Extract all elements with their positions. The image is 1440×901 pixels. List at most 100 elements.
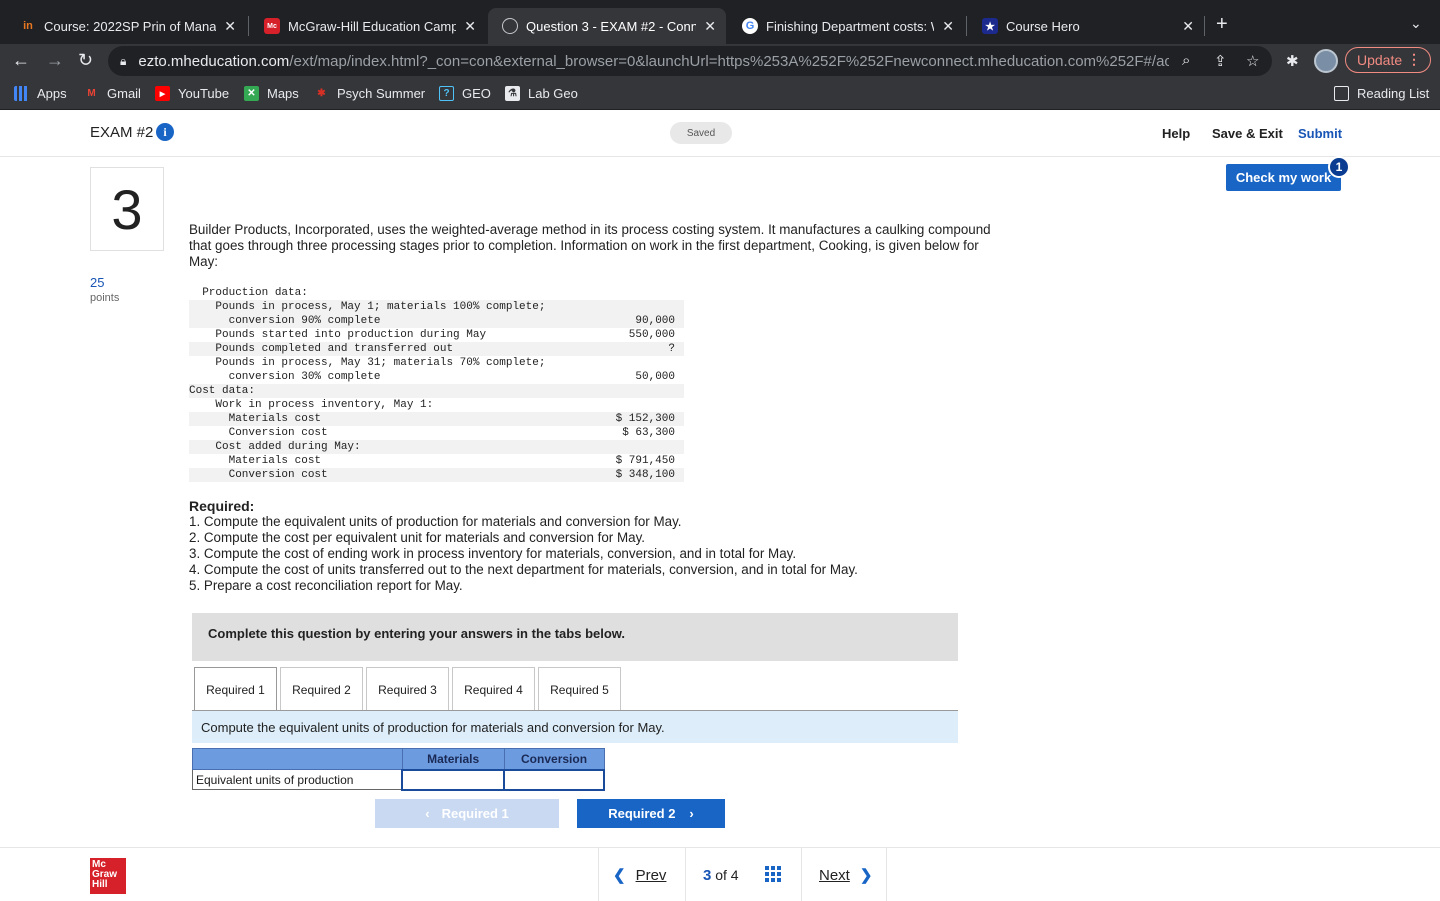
table-header-materials: Materials bbox=[401, 748, 505, 770]
data-row: conversion 90% complete 90,000 bbox=[189, 314, 684, 328]
bookmark-apps[interactable]: Apps bbox=[14, 86, 67, 101]
tab-required-4[interactable]: Required 4 bbox=[452, 667, 535, 711]
bookmark-lab-geo[interactable]: ⚗ Lab Geo bbox=[505, 86, 578, 101]
conversion-input[interactable] bbox=[503, 768, 605, 791]
close-icon[interactable]: ✕ bbox=[224, 18, 236, 35]
data-row-label: Materials cost bbox=[189, 455, 322, 467]
more-menu-icon[interactable]: ⋮ bbox=[1407, 51, 1421, 68]
data-row-label: Pounds in process, May 1; materials 100%… bbox=[189, 301, 546, 313]
tab-required-1[interactable]: Required 1 bbox=[194, 667, 277, 712]
tab-required-3[interactable]: Required 3 bbox=[366, 667, 449, 711]
data-row-label: Pounds started into production during Ma… bbox=[189, 329, 487, 341]
question-pager: ❮ Prev 3 of 4 Next ❯ bbox=[598, 848, 887, 901]
zoom-icon[interactable]: ⌕ bbox=[1182, 52, 1190, 69]
submit-link[interactable]: Submit bbox=[1298, 126, 1342, 141]
new-tab-icon[interactable]: + bbox=[1216, 14, 1228, 34]
address-bar[interactable]: 🔒︎ ezto.mheducation.com/ext/map/index.ht… bbox=[108, 46, 1272, 76]
tab-favicon-icon: in bbox=[23, 20, 33, 32]
check-my-work-button[interactable]: Check my work bbox=[1226, 164, 1341, 191]
bookmark-psych-summer[interactable]: ✱ Psych Summer bbox=[314, 86, 425, 101]
share-icon[interactable]: ⇪ bbox=[1214, 52, 1227, 70]
maps-icon: ✕ bbox=[244, 86, 259, 101]
prev-required-label: Required 1 bbox=[441, 806, 509, 821]
back-icon[interactable]: ← bbox=[12, 50, 30, 70]
gmail-icon: M bbox=[87, 88, 96, 99]
data-row-label: conversion 90% complete bbox=[189, 315, 381, 327]
required-item: 5. Prepare a cost reconciliation report … bbox=[189, 578, 463, 593]
profile-avatar[interactable] bbox=[1314, 49, 1338, 73]
data-row: Conversion cost $ 63,300 bbox=[189, 426, 684, 440]
close-icon[interactable]: ✕ bbox=[704, 18, 716, 35]
bookmark-label: YouTube bbox=[178, 86, 230, 101]
bookmark-youtube[interactable]: ▶ YouTube bbox=[155, 86, 229, 101]
required-item: 1. Compute the equivalent units of produ… bbox=[189, 514, 682, 529]
required-heading: Required: bbox=[189, 498, 255, 514]
prev-required-button[interactable]: ‹ Required 1 bbox=[375, 799, 559, 828]
browser-tab-bar: in Course: 2022SP Prin of Manag ✕ Mc McG… bbox=[0, 0, 1440, 44]
bookmark-label: Psych Summer bbox=[337, 86, 426, 101]
chevron-left-icon: ❮ bbox=[613, 867, 626, 884]
tab-required-2[interactable]: Required 2 bbox=[280, 667, 363, 711]
update-button[interactable]: Update ⋮ bbox=[1345, 47, 1431, 73]
geo-icon: ? bbox=[439, 86, 454, 101]
next-label: Next bbox=[819, 867, 850, 884]
tab-title: McGraw-Hill Education Campu bbox=[288, 18, 457, 34]
reading-list[interactable]: Reading List bbox=[1334, 86, 1429, 101]
star-icon: ★ bbox=[982, 18, 998, 34]
extensions-icon[interactable]: ✱ bbox=[1286, 52, 1299, 70]
lock-icon: 🔒︎ bbox=[120, 53, 127, 68]
browser-tab[interactable]: Mc McGraw-Hill Education Campu ✕ bbox=[250, 8, 486, 44]
data-row-label: Pounds completed and transferred out bbox=[189, 343, 454, 355]
bookmark-label: GEO bbox=[462, 86, 491, 101]
required-item: 4. Compute the cost of units transferred… bbox=[189, 562, 858, 577]
data-row-value: $ 791,450 bbox=[615, 455, 675, 467]
bookmark-label: Lab Geo bbox=[528, 86, 578, 101]
psych-icon: ✱ bbox=[317, 88, 326, 99]
browser-tab[interactable]: ★ Course Hero ✕ bbox=[968, 8, 1204, 44]
reload-icon[interactable]: ↻ bbox=[78, 50, 93, 70]
data-row: Pounds completed and transferred out? bbox=[189, 342, 684, 356]
bookmark-label: Gmail bbox=[107, 86, 141, 101]
footer: Mc Graw Hill ❮ Prev 3 of 4 Next ❯ bbox=[0, 847, 1440, 901]
globe-icon bbox=[502, 18, 518, 34]
data-row: Materials cost $ 152,300 bbox=[189, 412, 684, 426]
data-row-label: Cost added during May: bbox=[189, 441, 361, 453]
google-icon: G bbox=[742, 18, 758, 34]
forward-icon[interactable]: → bbox=[46, 50, 64, 70]
browser-tab[interactable]: in Course: 2022SP Prin of Manag ✕ bbox=[6, 8, 246, 44]
info-icon[interactable]: i bbox=[156, 123, 174, 141]
browser-tab[interactable]: G Finishing Department costs: W ✕ bbox=[728, 8, 964, 44]
bookmark-star-icon[interactable]: ☆ bbox=[1246, 52, 1259, 70]
table-header-conversion: Conversion bbox=[503, 748, 605, 770]
close-icon[interactable]: ✕ bbox=[942, 18, 954, 35]
question-grid-icon[interactable] bbox=[765, 866, 781, 882]
chevron-left-icon: ‹ bbox=[425, 806, 430, 821]
bookmark-gmail[interactable]: M Gmail bbox=[84, 86, 141, 101]
data-row-value: $ 348,100 bbox=[615, 469, 675, 481]
save-exit-link[interactable]: Save & Exit bbox=[1212, 126, 1283, 141]
data-row-label: Conversion cost bbox=[189, 469, 328, 481]
close-icon[interactable]: ✕ bbox=[464, 18, 476, 35]
data-row-value: 50,000 bbox=[635, 371, 675, 383]
bookmark-maps[interactable]: ✕ Maps bbox=[244, 86, 299, 101]
close-icon[interactable]: ✕ bbox=[1182, 18, 1194, 35]
question-number: 3 bbox=[90, 167, 164, 251]
help-link[interactable]: Help bbox=[1162, 126, 1190, 141]
exam-title: EXAM #2 bbox=[90, 124, 154, 141]
tab-title: Question 3 - EXAM #2 - Conne bbox=[526, 18, 697, 34]
browser-tab-active[interactable]: Question 3 - EXAM #2 - Conne ✕ bbox=[488, 8, 726, 44]
next-required-label: Required 2 bbox=[608, 806, 676, 821]
materials-input[interactable] bbox=[401, 768, 506, 791]
data-row: Cost data: bbox=[189, 384, 684, 398]
required-section: Required: 1. Compute the equivalent unit… bbox=[189, 498, 1009, 594]
data-row: Conversion cost $ 348,100 bbox=[189, 468, 684, 482]
next-question-link[interactable]: Next ❯ bbox=[819, 866, 872, 884]
tab-required-5[interactable]: Required 5 bbox=[538, 667, 621, 711]
browser-toolbar: ← → ↻ 🔒︎ ezto.mheducation.com/ext/map/in… bbox=[0, 44, 1440, 78]
bookmark-geo[interactable]: ? GEO bbox=[439, 86, 491, 101]
chevron-down-icon[interactable]: ⌄ bbox=[1410, 15, 1422, 32]
points-label: points bbox=[90, 292, 120, 304]
next-required-button[interactable]: Required 2 › bbox=[577, 799, 725, 828]
prev-question-link[interactable]: ❮ Prev bbox=[613, 866, 666, 884]
data-row: Cost added during May: bbox=[189, 440, 684, 454]
